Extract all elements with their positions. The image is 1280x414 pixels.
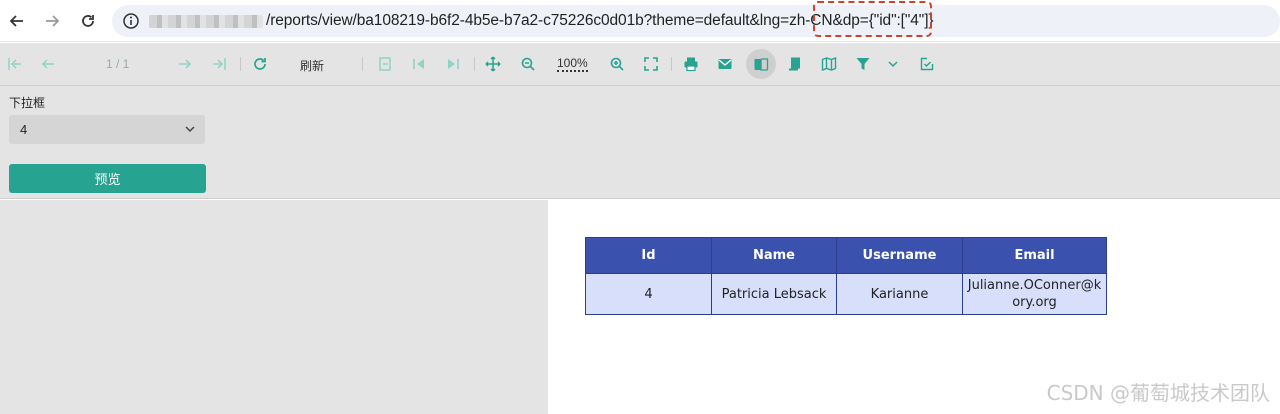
reload-icon [82,15,94,27]
column-header-id: Id [585,237,712,274]
move-icon [485,56,501,72]
zoom-in-icon [610,57,624,71]
scroll-icon [789,57,800,71]
toolbar-divider [671,57,672,71]
arrow-right-icon [46,15,60,27]
zoom-out-button[interactable] [519,55,537,73]
parameter-dropdown[interactable]: 4 [9,115,205,144]
map-button[interactable] [820,55,838,73]
parameter-panel: 下拉框 4 预览 [0,86,1280,199]
print-button[interactable] [682,55,700,73]
prev-section-button[interactable] [410,55,428,73]
edit-check-icon [920,57,934,71]
cell-email: Julianne.OConner@kory.org [962,273,1107,315]
next-section-button[interactable] [444,55,462,73]
document-map-button[interactable] [786,55,804,73]
cell-id: 4 [585,273,712,315]
next-page-icon [179,59,192,69]
back-button[interactable] [6,10,28,32]
refresh-button[interactable]: 刷新 [300,57,324,74]
step-forward-icon [448,59,459,69]
fullscreen-icon [644,57,658,71]
url-host-redacted [149,15,263,28]
first-page-button[interactable] [6,55,24,73]
column-header-username: Username [836,237,963,274]
arrow-left-icon [9,15,23,27]
cell-username: Karianne [836,273,963,315]
export-button[interactable] [376,55,394,73]
pan-button[interactable] [484,55,502,73]
preview-button[interactable]: 预览 [9,164,206,193]
report-toolbar: 1 / 1 刷新 100% [0,43,1280,86]
chevron-down-icon [185,126,195,133]
table-header-row: Id Name Username Email [585,237,1107,274]
zoom-in-button[interactable] [608,55,626,73]
edit-params-button[interactable] [918,55,936,73]
export-icon [379,57,391,71]
refresh-icon [254,58,266,70]
step-back-icon [413,59,424,69]
cell-name: Patricia Lebsack [711,273,837,315]
email-button[interactable] [716,55,734,73]
filter-button[interactable] [854,55,872,73]
fullscreen-button[interactable] [642,55,660,73]
toolbar-divider [362,57,363,71]
table-row: 4 Patricia Lebsack Karianne Julianne.OCo… [585,273,1107,315]
prev-page-icon [41,59,54,69]
browser-bar: /reports/view/ba108219-b6f2-4b5e-b7a2-c7… [0,0,1280,42]
toolbar-more-button[interactable] [884,55,902,73]
last-page-icon [213,58,226,70]
map-icon [821,56,837,72]
toolbar-divider [474,57,475,71]
watermark: CSDN @葡萄城技术团队 [1046,381,1270,405]
forward-button[interactable] [41,10,63,32]
book-icon [754,58,769,71]
toolbar-divider [240,57,241,71]
chevron-down-icon [888,61,898,68]
last-page-button[interactable] [210,55,228,73]
column-header-email: Email [962,237,1107,274]
url-param-highlight [813,1,932,37]
print-icon [684,57,698,72]
galley-mode-button[interactable] [752,55,770,73]
filter-icon [856,58,870,70]
dropdown-label: 下拉框 [9,96,46,110]
column-header-name: Name [711,237,837,274]
prev-page-button[interactable] [39,55,57,73]
mail-icon [718,59,732,69]
next-page-button[interactable] [176,55,194,73]
refresh-icon-button[interactable] [251,55,269,73]
report-table: Id Name Username Email 4 Patricia Lebsac… [585,237,1107,315]
address-bar[interactable]: /reports/view/ba108219-b6f2-4b5e-b7a2-c7… [112,5,1280,37]
info-icon[interactable] [122,12,140,30]
zoom-out-icon [521,57,535,71]
reload-button[interactable] [77,10,99,32]
first-page-icon [8,58,21,70]
viewer-background [0,200,548,414]
page-indicator[interactable]: 1 / 1 [106,57,129,71]
zoom-level[interactable]: 100% [557,57,588,72]
dropdown-selected-value: 4 [20,122,28,137]
